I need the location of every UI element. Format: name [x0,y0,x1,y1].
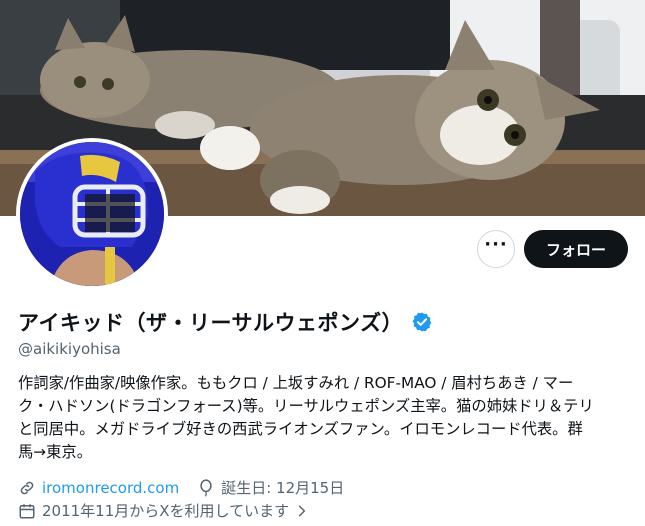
handle: @aikikiyohisa [18,340,121,358]
birthday-text: 誕生日: 12月15日 [221,479,345,497]
profile-meta-row: iromonrecord.com 誕生日: 12月15日 [18,477,344,498]
bio-line: 作詞家/作曲家/映像作家。ももクロ / 上坂すみれ / ROF-MAO / 眉村… [18,374,574,392]
name-row: アイキッド（ザ・リーサルウェポンズ） [18,307,433,337]
joined-text[interactable]: 2011年11月からXを利用しています [42,500,289,521]
link-icon [20,481,34,494]
more-options-button[interactable]: ··· [477,230,515,268]
calendar-icon [19,503,35,518]
bio-line: と同居中。メガドライブ好きの西武ライオンズファン。イロモンレコード代表。群 [18,420,583,438]
profile-meta-row: 2011年11月からXを利用しています [18,500,315,521]
more-dots-icon: ··· [484,234,508,255]
avatar-helmet-image [20,142,164,286]
website-link[interactable]: iromonrecord.com [42,479,179,497]
follow-button[interactable]: フォロー [524,230,628,268]
verified-badge-icon[interactable] [411,311,433,333]
bio-line: ク・ハドソン(ドラゴンフォース)等。リーサルウェポンズ主宰。猫の姉妹ドリ＆テリ [18,397,594,415]
display-name: アイキッド（ザ・リーサルウェポンズ） [18,311,404,335]
chevron-right-icon[interactable] [295,504,309,518]
profile-avatar[interactable] [16,138,168,290]
bio-line: 馬→東京。 [18,443,93,461]
balloon-icon [200,478,212,497]
bio: 作詞家/作曲家/映像作家。ももクロ / 上坂すみれ / ROF-MAO / 眉村… [18,372,630,464]
